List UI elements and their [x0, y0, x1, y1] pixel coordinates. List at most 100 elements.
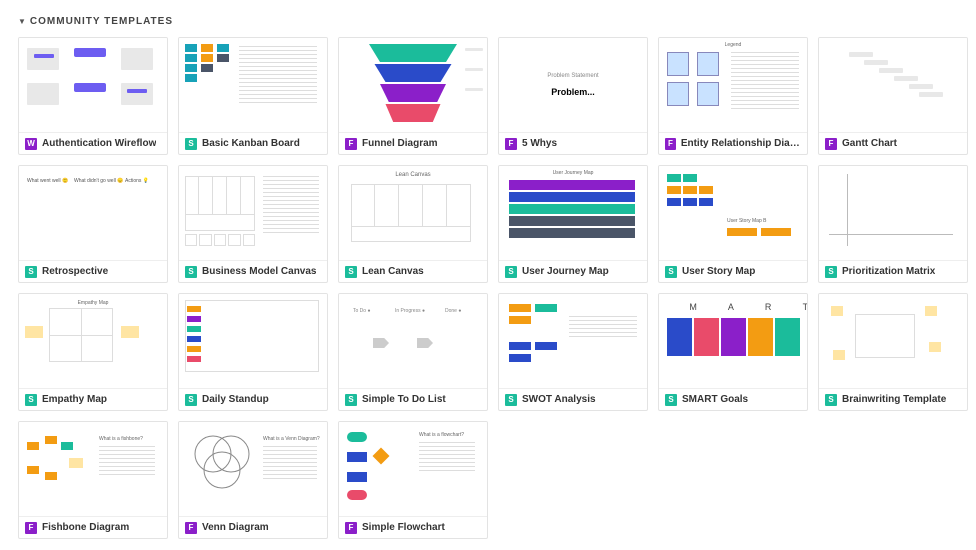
thumb-title: User Journey Map	[553, 170, 594, 176]
template-card-business-model-canvas[interactable]: S Business Model Canvas	[178, 165, 328, 283]
thumb-title: What is a fishbone?	[99, 436, 143, 442]
badge-icon: F	[185, 522, 197, 534]
card-footer: S SWOT Analysis	[499, 388, 647, 410]
section-header[interactable]: ▼ COMMUNITY TEMPLATES	[18, 10, 958, 27]
badge-icon: F	[345, 522, 357, 534]
card-footer: S User Journey Map	[499, 260, 647, 282]
template-card-prioritization-matrix[interactable]: S Prioritization Matrix	[818, 165, 968, 283]
template-card-simple-to-do-list[interactable]: To Do ● In Progress ● Done ● S Simple To…	[338, 293, 488, 411]
badge-icon: S	[185, 138, 197, 150]
card-footer: F 5 Whys	[499, 132, 647, 154]
card-title: User Story Map	[682, 266, 755, 277]
venn-icon	[187, 430, 257, 500]
badge-icon: F	[505, 138, 517, 150]
template-card-user-journey-map[interactable]: User Journey Map S User Journey Map	[498, 165, 648, 283]
thumbnail: Empathy Map	[19, 294, 167, 388]
badge-icon: S	[665, 266, 677, 278]
card-title: User Journey Map	[522, 266, 609, 277]
thumbnail: What is a fishbone?	[19, 422, 167, 516]
template-card-brainwriting-template[interactable]: S Brainwriting Template	[818, 293, 968, 411]
thumbnail: To Do ● In Progress ● Done ●	[339, 294, 487, 388]
thumbnail	[179, 38, 327, 132]
template-card-venn-diagram[interactable]: What is a Venn Diagram? F Venn Diagram	[178, 421, 328, 539]
thumbnail: What is a Venn Diagram?	[179, 422, 327, 516]
card-footer: S SMART Goals	[659, 388, 807, 410]
template-grid: W Authentication Wireflow S Basic Kanban…	[18, 37, 958, 539]
badge-icon: S	[505, 394, 517, 406]
thumb-col2: In Progress ●	[395, 308, 425, 314]
badge-icon: S	[825, 266, 837, 278]
badge-icon: S	[345, 394, 357, 406]
template-card-funnel-diagram[interactable]: F Funnel Diagram	[338, 37, 488, 155]
card-footer: S Prioritization Matrix	[819, 260, 967, 282]
thumbnail	[179, 166, 327, 260]
template-card-empathy-map[interactable]: Empathy Map S Empathy Map	[18, 293, 168, 411]
thumbnail: Legend	[659, 38, 807, 132]
thumbnail	[499, 294, 647, 388]
badge-icon: S	[25, 266, 37, 278]
thumb-title: What is a flowchart?	[419, 432, 464, 438]
thumbnail: User Story Map B	[659, 166, 807, 260]
badge-icon: S	[825, 394, 837, 406]
template-card-swot-analysis[interactable]: S SWOT Analysis	[498, 293, 648, 411]
card-title: Basic Kanban Board	[202, 138, 300, 149]
card-footer: S Daily Standup	[179, 388, 327, 410]
badge-icon: S	[185, 266, 197, 278]
template-card-user-story-map[interactable]: User Story Map B S User Story Map	[658, 165, 808, 283]
card-title: Retrospective	[42, 266, 108, 277]
card-footer: F Fishbone Diagram	[19, 516, 167, 538]
thumb-text: Problem...	[551, 87, 595, 97]
template-card-gantt-chart[interactable]: F Gantt Chart	[818, 37, 968, 155]
template-card-5-whys[interactable]: Problem Statement Problem... F 5 Whys	[498, 37, 648, 155]
thumbnail: Problem Statement Problem...	[499, 38, 647, 132]
thumbnail: S M A R T	[659, 294, 807, 388]
card-title: 5 Whys	[522, 138, 557, 149]
badge-icon: S	[665, 394, 677, 406]
card-footer: W Authentication Wireflow	[19, 132, 167, 154]
card-footer: S Simple To Do List	[339, 388, 487, 410]
template-card-smart-goals[interactable]: S M A R T S SMART Goals	[658, 293, 808, 411]
card-title: Gantt Chart	[842, 138, 897, 149]
section-title: COMMUNITY TEMPLATES	[30, 16, 173, 27]
template-card-simple-flowchart[interactable]: What is a flowchart? F Simple Flowchart	[338, 421, 488, 539]
card-footer: F Entity Relationship Diagram	[659, 132, 807, 154]
card-footer: S Empathy Map	[19, 388, 167, 410]
card-title: Funnel Diagram	[362, 138, 438, 149]
badge-icon: S	[345, 266, 357, 278]
badge-icon: F	[25, 522, 37, 534]
thumb-letters: S M A R T	[659, 302, 807, 312]
template-card-retrospective[interactable]: What went well 🙂 What didn't go well 😞 A…	[18, 165, 168, 283]
card-title: Venn Diagram	[202, 522, 269, 533]
badge-icon: W	[25, 138, 37, 150]
card-footer: S Business Model Canvas	[179, 260, 327, 282]
card-footer: S User Story Map	[659, 260, 807, 282]
badge-icon: F	[345, 138, 357, 150]
thumb-col3: Done ●	[445, 308, 461, 314]
thumbnail	[819, 166, 967, 260]
thumbnail: User Journey Map	[499, 166, 647, 260]
card-title: Empathy Map	[42, 394, 107, 405]
card-footer: S Brainwriting Template	[819, 388, 967, 410]
card-footer: S Basic Kanban Board	[179, 132, 327, 154]
template-card-basic-kanban-board[interactable]: S Basic Kanban Board	[178, 37, 328, 155]
template-card-fishbone-diagram[interactable]: What is a fishbone? F Fishbone Diagram	[18, 421, 168, 539]
card-title: Entity Relationship Diagram	[681, 138, 801, 149]
card-title: Simple Flowchart	[362, 522, 445, 533]
template-card-authentication-wireflow[interactable]: W Authentication Wireflow	[18, 37, 168, 155]
thumbnail: What went well 🙂 What didn't go well 😞 A…	[19, 166, 167, 260]
card-title: SMART Goals	[682, 394, 748, 405]
thumbnail: Lean Canvas	[339, 166, 487, 260]
card-footer: S Lean Canvas	[339, 260, 487, 282]
template-card-lean-canvas[interactable]: Lean Canvas S Lean Canvas	[338, 165, 488, 283]
card-title: Brainwriting Template	[842, 394, 946, 405]
template-card-daily-standup[interactable]: S Daily Standup	[178, 293, 328, 411]
card-title: Daily Standup	[202, 394, 269, 405]
badge-icon: S	[505, 266, 517, 278]
thumb-col1: What went well 🙂	[27, 178, 68, 184]
thumb-title: User Story Map B	[727, 218, 766, 224]
thumb-col1: To Do ●	[353, 308, 370, 314]
template-card-entity-relationship-diagram[interactable]: Legend F Entity Relationship Diagram	[658, 37, 808, 155]
thumbnail	[339, 38, 487, 132]
thumbnail: What is a flowchart?	[339, 422, 487, 516]
badge-icon: F	[665, 138, 676, 150]
